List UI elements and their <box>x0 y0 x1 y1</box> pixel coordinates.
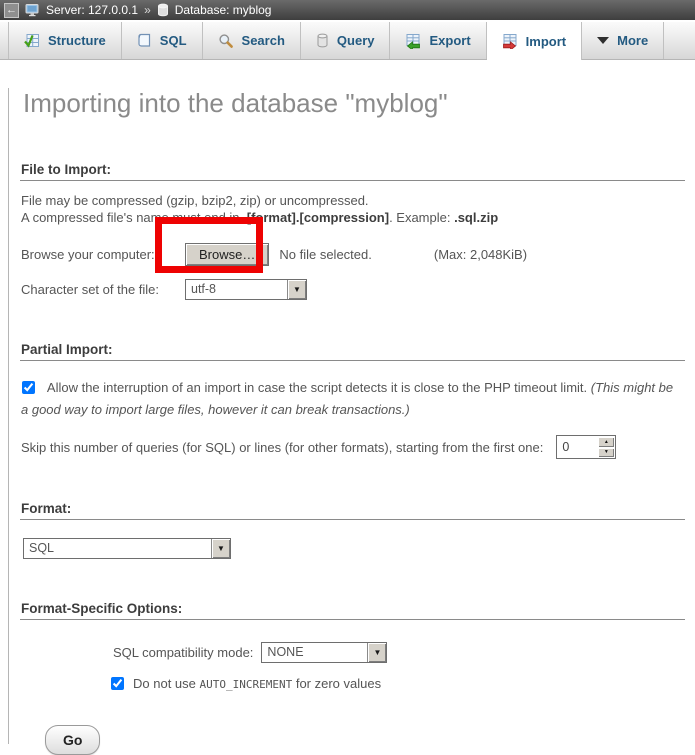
dropdown-arrow-icon[interactable]: ▼ <box>367 643 386 662</box>
format-selected-value: SQL <box>24 539 211 558</box>
sql-compat-label: SQL compatibility mode: <box>113 645 253 660</box>
allow-interruption-checkbox[interactable] <box>22 381 35 394</box>
tab-label: Search <box>242 33 285 48</box>
breadcrumb-separator: » <box>144 3 151 17</box>
back-button[interactable]: ← <box>4 3 19 18</box>
allow-interruption-text: Allow the interruption of an import in c… <box>47 380 591 395</box>
tab-label: More <box>617 33 648 48</box>
tab-bar: Structure SQL Search Query <box>0 20 695 60</box>
sql-compat-select[interactable]: NONE ▼ <box>261 642 387 663</box>
sql-compat-row: SQL compatibility mode: NONE ▼ <box>113 642 687 663</box>
breadcrumb-bar: ← Server: 127.0.0.1 » Database: myblog <box>0 0 695 20</box>
charset-row: Character set of the file: utf-8 ▼ <box>21 279 687 300</box>
tab-import[interactable]: Import <box>487 22 582 60</box>
compression-info-line2: A compressed file's name must end in .[f… <box>21 209 687 226</box>
tab-more[interactable]: More <box>582 22 664 59</box>
tab-label: Structure <box>48 33 106 48</box>
breadcrumb-database-link[interactable]: Database: myblog <box>175 3 272 17</box>
line2-prefix: A compressed file's name must end in <box>21 210 243 225</box>
sql-compat-selected-value: NONE <box>262 643 367 662</box>
no-file-selected-text: No file selected. <box>279 247 372 262</box>
search-icon <box>218 33 234 49</box>
autoinc-code: AUTO_INCREMENT <box>200 678 293 691</box>
tab-label: SQL <box>160 33 187 48</box>
tab-search[interactable]: Search <box>203 22 301 59</box>
tab-query[interactable]: Query <box>301 22 391 59</box>
server-icon <box>25 3 40 17</box>
main-content: Importing into the database "myblog" Fil… <box>8 88 695 744</box>
browse-button[interactable]: Browse… <box>185 243 269 266</box>
line2-example: .sql.zip <box>454 210 498 225</box>
format-select[interactable]: SQL ▼ <box>23 538 231 559</box>
tab-export[interactable]: Export <box>390 22 486 59</box>
skip-queries-input[interactable]: 0 ▲ ▼ <box>556 435 616 459</box>
page-title: Importing into the database "myblog" <box>23 88 687 119</box>
charset-select[interactable]: utf-8 ▼ <box>185 279 307 300</box>
charset-label: Character set of the file: <box>21 282 173 297</box>
section-heading-file-to-import: File to Import: <box>20 162 685 181</box>
skip-queries-row: Skip this number of queries (for SQL) or… <box>21 435 687 459</box>
skip-queries-value: 0 <box>557 436 597 458</box>
line2-mid: . Example: <box>389 210 454 225</box>
compression-info-line1: File may be compressed (gzip, bzip2, zip… <box>21 192 687 209</box>
auto-increment-checkbox[interactable] <box>111 677 124 690</box>
dropdown-arrow-icon[interactable]: ▼ <box>211 539 230 558</box>
spinner-down-icon[interactable]: ▼ <box>598 448 614 458</box>
section-heading-format: Format: <box>20 501 685 520</box>
query-icon <box>316 33 329 48</box>
import-icon <box>502 33 518 49</box>
dropdown-arrow-icon[interactable]: ▼ <box>287 280 306 299</box>
autoinc-suffix: for zero values <box>292 676 381 691</box>
line2-format-pattern: .[format].[compression] <box>243 210 389 225</box>
spinner-up-icon[interactable]: ▲ <box>598 437 614 447</box>
breadcrumb-server-link[interactable]: Server: 127.0.0.1 <box>46 3 138 17</box>
tab-sql[interactable]: SQL <box>122 22 203 59</box>
section-heading-partial-import: Partial Import: <box>20 342 685 361</box>
charset-selected-value: utf-8 <box>186 280 287 299</box>
export-icon <box>405 33 421 49</box>
auto-increment-text: Do not use AUTO_INCREMENT for zero value… <box>133 676 381 691</box>
database-icon <box>157 3 169 17</box>
skip-queries-label: Skip this number of queries (for SQL) or… <box>21 440 543 455</box>
spinner-buttons: ▲ ▼ <box>597 436 615 458</box>
browse-row: Browse your computer: Browse… No file se… <box>21 243 687 266</box>
chevron-down-icon <box>597 37 609 44</box>
allow-interruption-row: Allow the interruption of an import in c… <box>21 377 681 421</box>
tab-structure[interactable]: Structure <box>8 22 122 59</box>
auto-increment-row: Do not use AUTO_INCREMENT for zero value… <box>111 676 687 691</box>
sql-icon <box>137 33 152 49</box>
max-size-text: (Max: 2,048KiB) <box>434 247 527 262</box>
browse-label: Browse your computer: <box>21 247 173 262</box>
section-heading-format-options: Format-Specific Options: <box>20 601 685 620</box>
structure-icon <box>24 33 40 49</box>
tab-label: Export <box>429 33 470 48</box>
tab-label: Query <box>337 33 375 48</box>
format-row: SQL ▼ <box>23 538 687 559</box>
tab-label: Import <box>526 34 566 49</box>
go-button[interactable]: Go <box>45 725 100 755</box>
autoinc-prefix: Do not use <box>133 676 200 691</box>
